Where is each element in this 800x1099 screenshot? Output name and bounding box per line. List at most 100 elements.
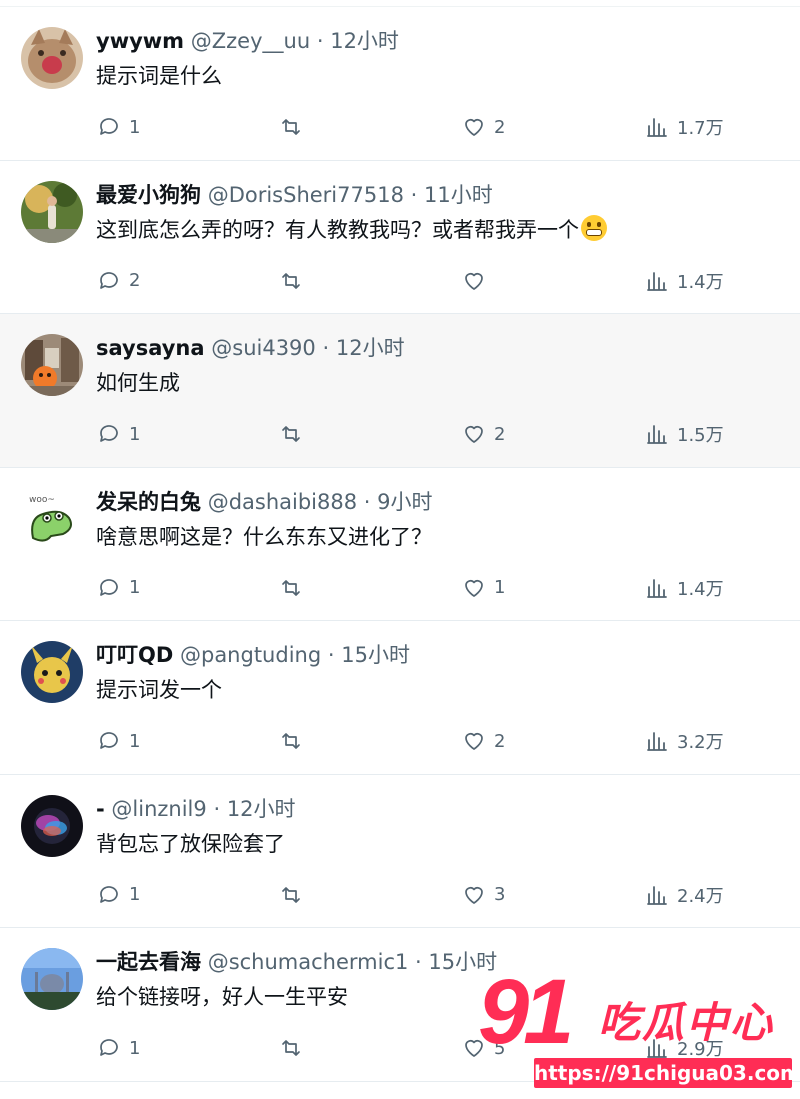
user-handle[interactable]: @schumachermic1: [208, 950, 409, 974]
tweet-item[interactable]: ywywm @Zzey__uu · 12小时 提示词是什么 1 2 1.7万: [0, 7, 800, 161]
pikachu-art-icon: [21, 641, 83, 703]
watermark-brand: 吃瓜中心: [598, 998, 775, 1047]
reply-count: 1: [129, 1037, 141, 1059]
heart-icon: [465, 733, 483, 750]
separator-dot: ·: [410, 182, 418, 207]
avatar[interactable]: [21, 27, 83, 89]
user-handle[interactable]: @pangtuding: [180, 643, 321, 667]
reply-count: 1: [129, 730, 141, 752]
avatar[interactable]: [21, 948, 83, 1010]
comment-bubble-icon: [100, 885, 118, 903]
display-name[interactable]: saysayna: [96, 336, 205, 360]
tweet-item[interactable]: 叮叮QD @pangtuding · 15小时 提示词发一个 1 2 3.2万: [0, 621, 800, 775]
action-bar: 1 2 1.7万: [0, 114, 800, 140]
avatar[interactable]: woo~: [21, 487, 83, 550]
siri-orb-icon: [21, 794, 83, 857]
avatar[interactable]: [21, 334, 83, 396]
separator-dot: ·: [363, 489, 371, 514]
view-count: 3.2万: [677, 732, 724, 753]
views-button[interactable]: 2.4万: [645, 882, 724, 908]
timestamp[interactable]: 11小时: [424, 183, 493, 207]
like-count: 2: [494, 423, 506, 445]
retweet-button[interactable]: [279, 1035, 311, 1061]
views-button[interactable]: 1.4万: [645, 575, 724, 601]
reply-button[interactable]: 1: [97, 575, 140, 601]
action-bar: 1 2 3.2万: [0, 728, 800, 754]
action-bar: 1 3 2.4万: [0, 882, 800, 908]
display-name[interactable]: 发呆的白兔: [96, 490, 201, 514]
like-count: 3: [494, 884, 506, 905]
retweet-button[interactable]: [279, 882, 311, 908]
watermark-number: 91: [478, 961, 574, 1063]
retweet-button[interactable]: [279, 575, 311, 601]
tweet-header: 一起去看海 @schumachermic1 · 15小时: [96, 948, 497, 976]
like-button[interactable]: 2: [462, 421, 505, 447]
views-button[interactable]: 1.5万: [645, 421, 724, 447]
user-handle[interactable]: @linznil9: [111, 797, 206, 821]
display-name[interactable]: -: [96, 797, 105, 821]
like-button[interactable]: 2: [462, 728, 505, 754]
site-watermark: 91 吃瓜中心 https://91chigua03.com: [470, 958, 800, 1099]
reply-button[interactable]: 1: [97, 728, 140, 754]
user-handle[interactable]: @Zzey__uu: [191, 29, 310, 53]
views-button[interactable]: 3.2万: [645, 728, 724, 754]
retweet-icon: [282, 119, 300, 135]
reply-count: 1: [129, 577, 141, 598]
heart-icon: [465, 426, 483, 443]
avatar[interactable]: [21, 641, 83, 703]
heart-icon: [465, 272, 483, 290]
display-name[interactable]: 叮叮QD: [96, 643, 173, 667]
retweet-button[interactable]: [279, 421, 311, 447]
display-name[interactable]: 一起去看海: [96, 950, 201, 974]
person-photo-icon: [21, 180, 83, 243]
timestamp[interactable]: 15小时: [341, 643, 410, 667]
avatar[interactable]: [21, 180, 83, 243]
user-handle[interactable]: @dashaibi888: [208, 490, 357, 514]
reply-button[interactable]: 1: [97, 882, 140, 908]
user-handle[interactable]: @DorisSheri77518: [208, 183, 404, 207]
reply-button[interactable]: 1: [97, 421, 140, 447]
tweet-item[interactable]: saysayna @sui4390 · 12小时 如何生成 1 2 1.5万: [0, 314, 800, 468]
svg-text:woo~: woo~: [29, 495, 55, 505]
view-count: 1.5万: [677, 425, 724, 446]
reply-button[interactable]: 1: [97, 1035, 140, 1061]
comment-bubble-icon: [100, 118, 118, 135]
user-handle[interactable]: @sui4390: [211, 336, 316, 360]
view-count: 1.7万: [677, 118, 724, 139]
tweet-item[interactable]: 最爱小狗狗 @DorisSheri77518 · 11小时 这到底怎么弄的呀？有…: [0, 160, 800, 314]
reply-button[interactable]: 2: [97, 268, 140, 294]
like-button[interactable]: 1: [462, 575, 505, 601]
retweet-button[interactable]: [279, 728, 311, 754]
like-button[interactable]: 2: [462, 114, 505, 140]
retweet-icon: [282, 1040, 300, 1056]
action-bar: 2 1.4万: [0, 268, 800, 294]
timestamp[interactable]: 12小时: [330, 29, 399, 53]
like-button[interactable]: 3: [462, 882, 505, 908]
reply-feed: ywywm @Zzey__uu · 12小时 提示词是什么 1 2 1.7万 最…: [0, 7, 800, 1082]
views-button[interactable]: 1.7万: [645, 114, 724, 140]
reply-count: 1: [129, 884, 141, 905]
display-name[interactable]: ywywm: [96, 29, 184, 53]
reply-button[interactable]: 1: [97, 114, 140, 140]
timestamp[interactable]: 9小时: [377, 490, 432, 514]
tweet-item[interactable]: - @linznil9 · 12小时 背包忘了放保险套了 1 3 2.4万: [0, 774, 800, 928]
retweet-button[interactable]: [279, 114, 311, 140]
watermark-url: https://91chigua03.com: [534, 1058, 800, 1088]
view-count: 1.4万: [677, 271, 724, 293]
views-button[interactable]: 1.4万: [645, 268, 724, 294]
reply-count: 2: [129, 270, 141, 291]
timestamp[interactable]: 12小时: [227, 797, 296, 821]
like-button[interactable]: [462, 268, 494, 294]
tweet-item[interactable]: woo~ 发呆的白兔 @dashaibi888 · 9小时 啥意思啊这是？什么东…: [0, 467, 800, 621]
tweet-text: 啥意思啊这是？什么东东又进化了？: [96, 524, 432, 549]
display-name[interactable]: 最爱小狗狗: [96, 183, 201, 207]
cat-photo-icon: [21, 27, 83, 89]
heart-icon: [465, 886, 483, 904]
tweet-text: 给个链接呀，好人一生平安: [96, 985, 348, 1009]
tweet-header: 发呆的白兔 @dashaibi888 · 9小时: [96, 488, 433, 516]
avatar[interactable]: [21, 794, 83, 857]
like-count: 1: [494, 577, 506, 598]
dino-sticker-icon: woo~: [21, 487, 83, 550]
timestamp[interactable]: 12小时: [336, 336, 405, 360]
retweet-button[interactable]: [279, 268, 311, 294]
